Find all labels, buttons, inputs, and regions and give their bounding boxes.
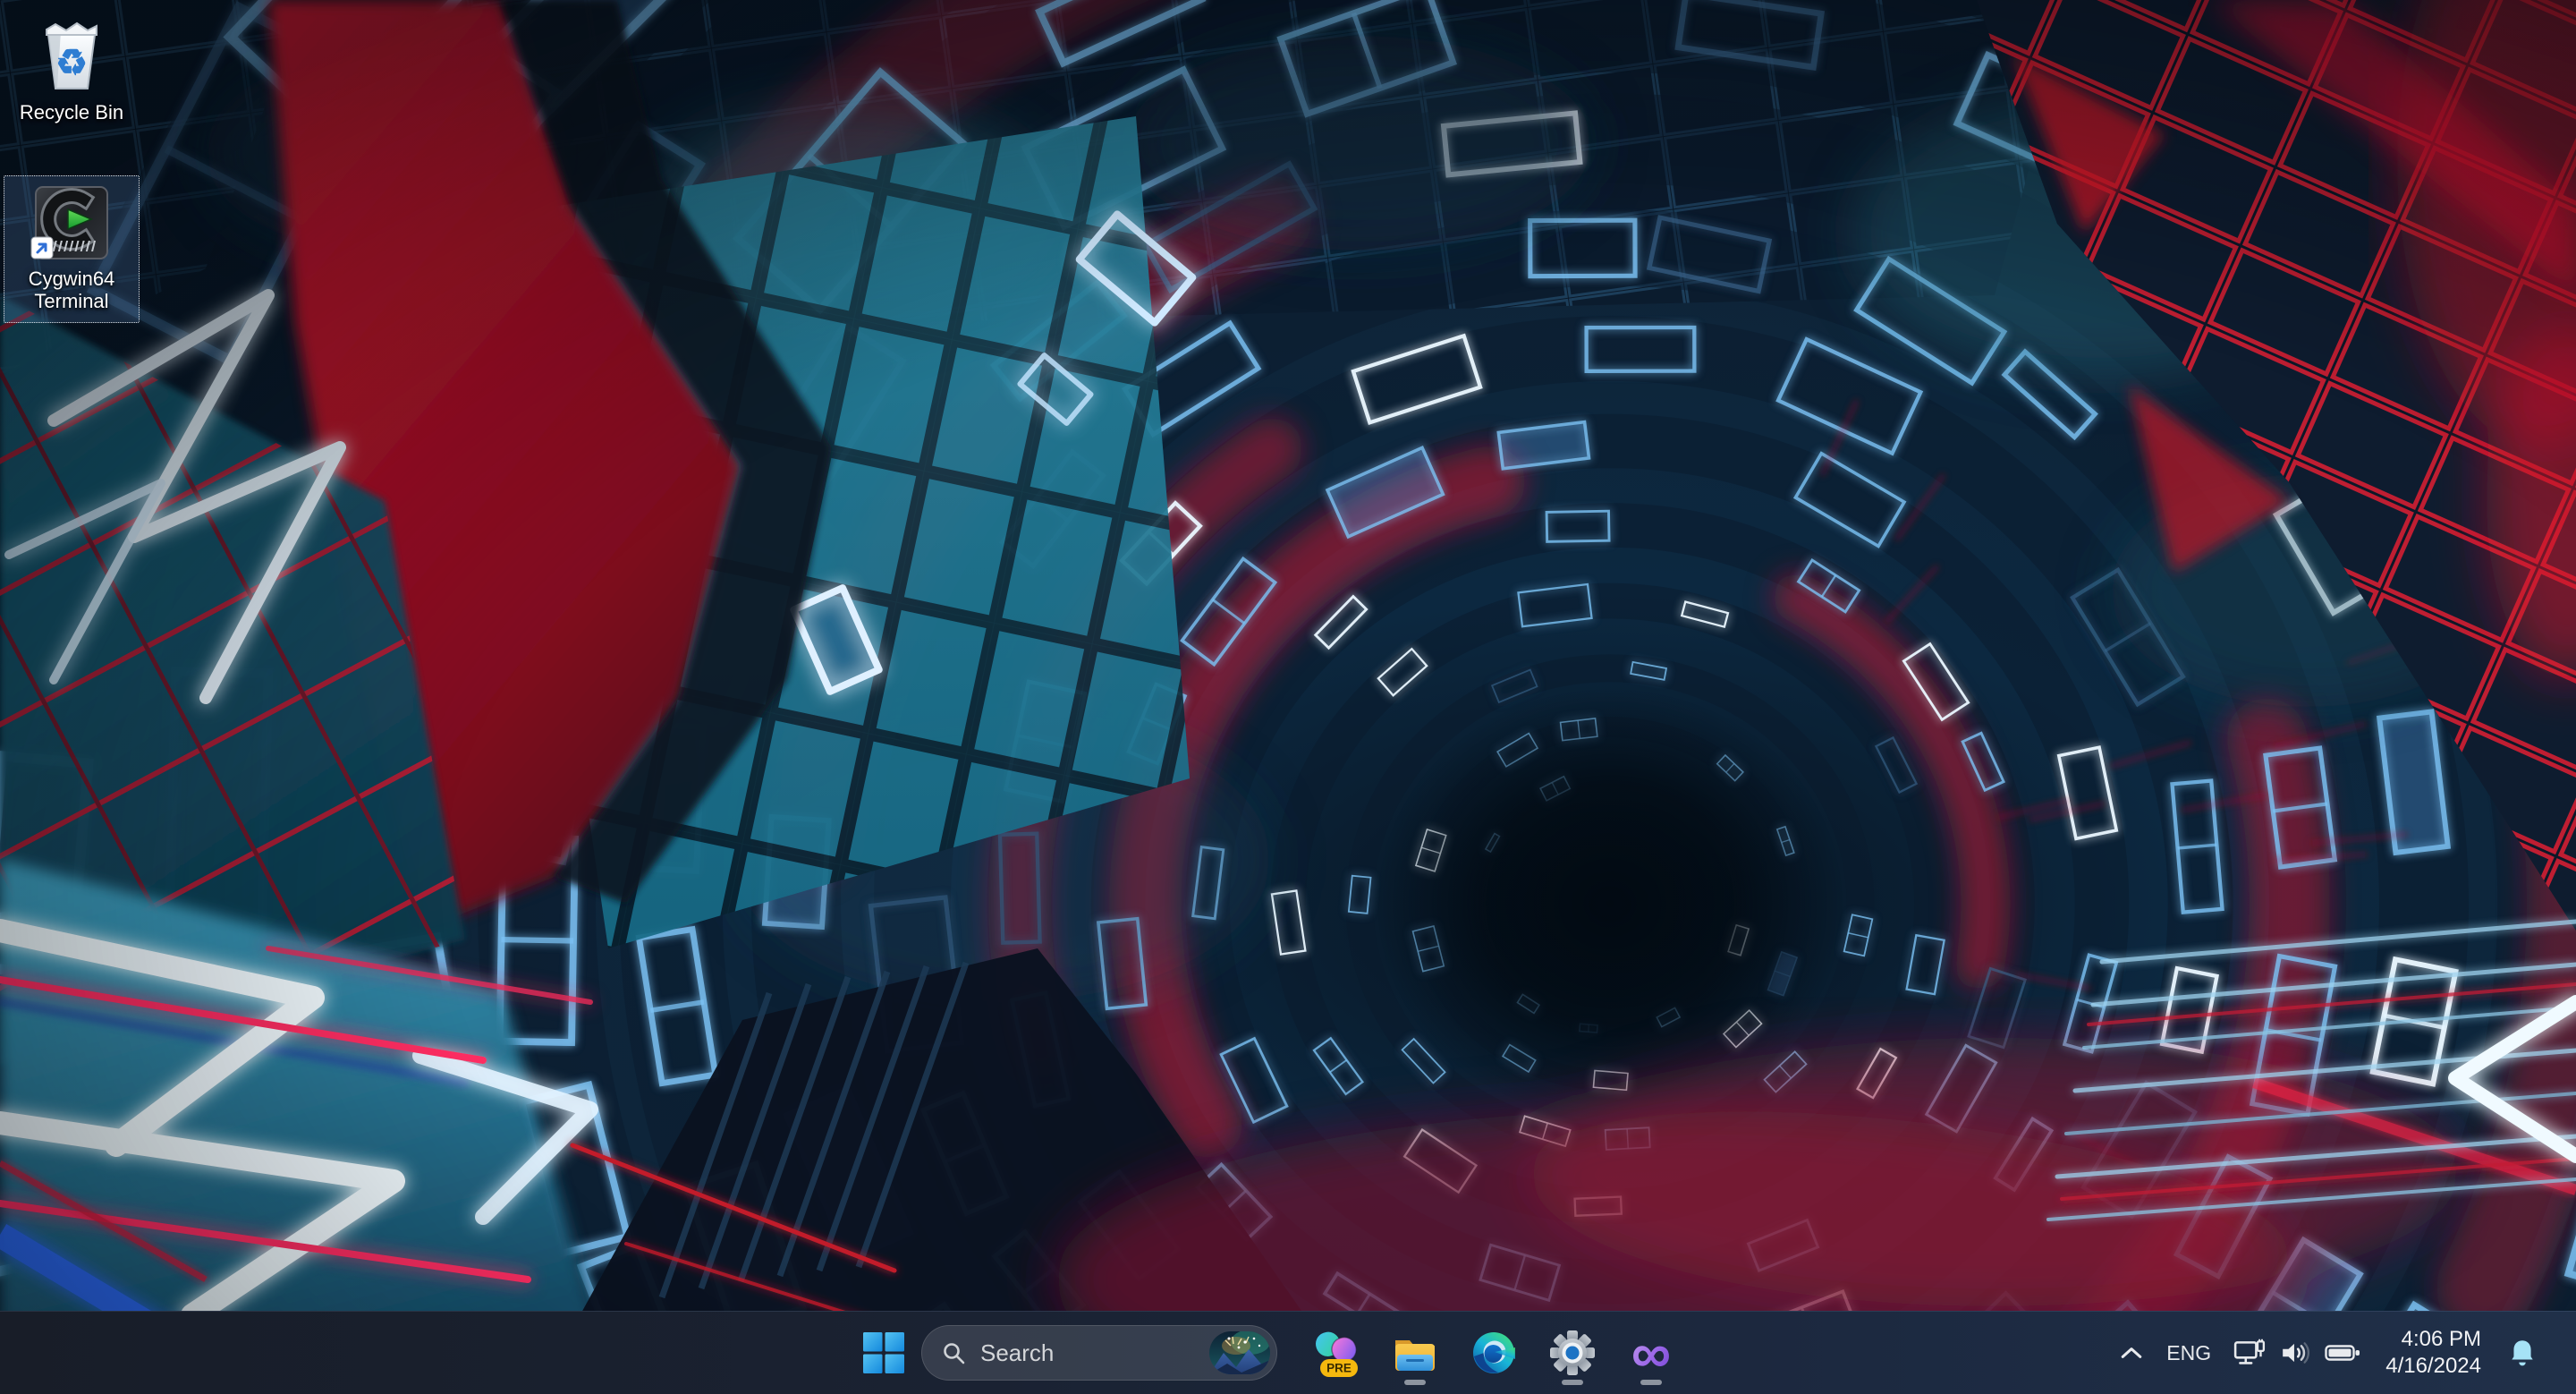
search-icon <box>942 1341 966 1365</box>
cygwin-terminal-icon <box>32 183 111 262</box>
network-volume-battery-button[interactable] <box>2226 1319 2368 1387</box>
running-indicator <box>1562 1380 1583 1385</box>
chevron-up-icon <box>2120 1345 2143 1361</box>
running-indicator <box>1404 1380 1426 1385</box>
taskbar-app-visual-studio[interactable]: ∞ <box>1617 1317 1685 1389</box>
start-button[interactable] <box>852 1317 916 1389</box>
settings-gear-icon <box>1549 1330 1596 1376</box>
taskbar-app-file-explorer[interactable] <box>1381 1317 1449 1389</box>
taskbar-app-copilot[interactable]: PRE <box>1302 1317 1370 1389</box>
search-placeholder: Search <box>980 1339 1209 1367</box>
vs-infinity-glyph: ∞ <box>1631 1329 1671 1377</box>
taskbar: Search <box>0 1311 2576 1394</box>
windows-logo-icon <box>863 1332 904 1373</box>
desktop-icon-list: ♻ Recycle Bin <box>4 9 140 323</box>
running-indicator <box>1640 1380 1662 1385</box>
visual-studio-icon: ∞ <box>1627 1329 1675 1377</box>
battery-icon <box>2325 1342 2360 1364</box>
desktop-icon-label: Recycle Bin <box>20 101 123 124</box>
network-icon <box>2233 1339 2266 1367</box>
clock-date: 4/16/2024 <box>2385 1353 2481 1380</box>
taskbar-center-group: Search <box>852 1312 1696 1394</box>
tray-overflow-chevron[interactable] <box>2112 1319 2151 1387</box>
system-tray: ENG <box>2112 1312 2576 1394</box>
clock-time: 4:06 PM <box>2402 1326 2481 1353</box>
search-box[interactable]: Search <box>921 1325 1277 1381</box>
bell-icon <box>2508 1338 2537 1368</box>
notification-bell-button[interactable] <box>2499 1319 2546 1387</box>
wallpaper <box>0 0 2576 1394</box>
recycle-bin-icon: ♻ <box>32 17 111 96</box>
windows-desktop: ♻ Recycle Bin <box>0 0 2576 1394</box>
copilot-icon: PRE <box>1312 1327 1360 1379</box>
edge-icon <box>1470 1330 1517 1376</box>
taskbar-app-edge[interactable] <box>1460 1317 1528 1389</box>
taskbar-app-settings[interactable] <box>1538 1317 1606 1389</box>
desktop-icon-label: Cygwin64 Terminal <box>6 268 137 313</box>
search-highlights-image[interactable] <box>1209 1331 1270 1374</box>
shortcut-arrow-icon <box>30 236 54 264</box>
desktop-icon-recycle-bin[interactable]: ♻ Recycle Bin <box>4 9 140 134</box>
clock[interactable]: 4:06 PM 4/16/2024 <box>2377 1319 2490 1387</box>
file-explorer-icon <box>1392 1330 1438 1376</box>
language-indicator[interactable]: ENG <box>2160 1319 2217 1387</box>
copilot-pre-badge: PRE <box>1326 1362 1352 1375</box>
volume-icon <box>2280 1339 2310 1366</box>
desktop-icon-cygwin64-terminal[interactable]: Cygwin64 Terminal <box>4 175 140 323</box>
recycle-glyph: ♻ <box>55 44 88 83</box>
